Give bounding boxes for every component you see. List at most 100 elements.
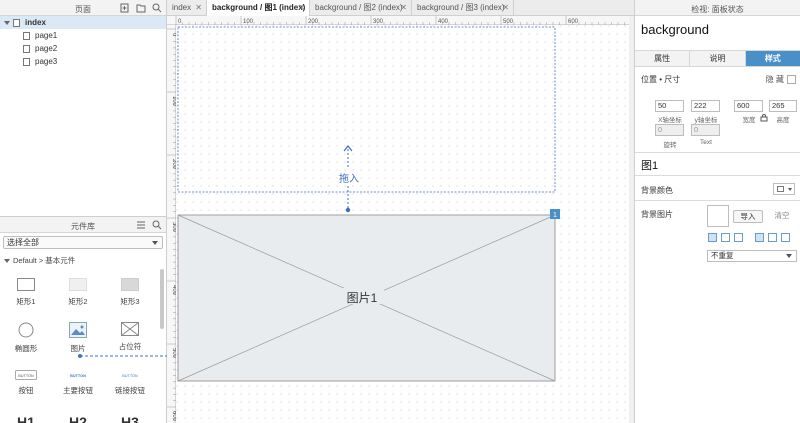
- bg-color-swatch[interactable]: [773, 183, 795, 195]
- position-size-label: 位置 • 尺寸: [641, 75, 681, 84]
- bg-image-preview[interactable]: [707, 205, 729, 227]
- library-item-primary-button[interactable]: BUTTON 主要按钮: [52, 370, 104, 396]
- library-item-image[interactable]: 图片: [52, 322, 104, 354]
- library-item-button[interactable]: BUTTON 按钮: [0, 370, 52, 396]
- x-field[interactable]: 50: [655, 100, 684, 112]
- y-caption: y轴坐标: [694, 117, 718, 124]
- y-field[interactable]: 222: [691, 100, 720, 112]
- library-item-link-button[interactable]: BUTTON 链接按钮: [104, 370, 156, 396]
- align-right-icon[interactable]: [734, 233, 743, 242]
- align-top-icon[interactable]: [755, 233, 764, 242]
- position-size-header: 位置 • 尺寸 隐 藏: [635, 72, 800, 88]
- library-group-header[interactable]: Default > 基本元件: [0, 255, 166, 267]
- chevron-down-icon[interactable]: [4, 20, 10, 25]
- page-icon: [23, 44, 30, 53]
- design-canvas[interactable]: 拖入 图片1 1: [176, 25, 634, 423]
- library-item-rect2[interactable]: 矩形2: [52, 278, 104, 307]
- text-rotate-field[interactable]: 0: [691, 124, 720, 136]
- ellipse-icon: [18, 322, 34, 338]
- inspector-title: 检视: 面板状态: [691, 5, 744, 14]
- rectangle-filled-icon: [69, 278, 87, 291]
- library-select[interactable]: 选择全部: [3, 236, 163, 249]
- x-caption: X轴坐标: [658, 117, 682, 124]
- drag-in-label: 拖入: [339, 172, 359, 185]
- align-left-icon[interactable]: [708, 233, 717, 242]
- close-icon[interactable]: ✕: [195, 0, 202, 16]
- chevron-down-icon: [4, 259, 10, 264]
- add-page-icon[interactable]: [120, 3, 130, 13]
- tab-label: background / 图2 (index): [315, 3, 403, 12]
- tree-item-page2[interactable]: page2: [0, 42, 166, 55]
- chevron-down-icon: [152, 241, 158, 245]
- library-item-rect1[interactable]: 矩形1: [0, 278, 52, 307]
- tree-item-index[interactable]: index: [0, 16, 166, 29]
- hide-checkbox[interactable]: [787, 75, 796, 84]
- button-icon: BUTTON: [15, 370, 37, 380]
- library-item-h2[interactable]: H2: [52, 414, 104, 423]
- text-rotate-caption: Text: [700, 139, 712, 146]
- tab-background-2[interactable]: background / 图2 (index) ✕: [310, 0, 412, 16]
- align-bottom-icon[interactable]: [781, 233, 790, 242]
- repeat-select[interactable]: 不重复: [707, 250, 797, 262]
- hide-label: 隐 藏: [765, 75, 784, 84]
- tree-item-page3[interactable]: page3: [0, 55, 166, 68]
- tab-index[interactable]: index ✕: [167, 0, 207, 16]
- rotate-caption: 旋转: [663, 142, 677, 149]
- bg-image-label: 背景图片: [641, 210, 673, 219]
- chevron-down-icon: [786, 254, 792, 258]
- clear-button[interactable]: 清空: [768, 210, 796, 223]
- library-item-label: 椭圆形: [14, 344, 38, 353]
- inspector-tabs: 属性 说明 样式: [635, 50, 800, 67]
- close-icon[interactable]: ✕: [298, 0, 305, 16]
- tab-background-3[interactable]: background / 图3 (index) ✕: [412, 0, 514, 16]
- style-section: 位置 • 尺寸 隐 藏 50 X轴坐标 222 y轴坐标 600 宽度 265 …: [635, 72, 800, 423]
- divider: [635, 175, 800, 176]
- search-icon[interactable]: [152, 220, 162, 230]
- tree-item-label: page3: [35, 57, 58, 66]
- library-group-label: Default > 基本元件: [13, 256, 76, 265]
- library-item-label: 矩形2: [68, 297, 88, 306]
- tree-item-label: index: [25, 18, 46, 27]
- close-icon[interactable]: ✕: [502, 0, 509, 16]
- library-select-value: 选择全部: [7, 238, 39, 247]
- tab-label: background / 图1 (index): [212, 3, 306, 12]
- primary-button-icon-text: BUTTON: [70, 374, 86, 378]
- rotate-field[interactable]: 0: [655, 124, 684, 136]
- image-icon: [69, 322, 87, 338]
- library-scrollbar[interactable]: [160, 269, 164, 329]
- lock-ratio-icon[interactable]: [760, 114, 768, 122]
- library-item-h3[interactable]: H3: [104, 414, 156, 423]
- tree-item-label: page2: [35, 44, 58, 53]
- close-icon[interactable]: ✕: [400, 0, 407, 16]
- tab-style[interactable]: 样式: [745, 51, 800, 66]
- page-icon: [13, 18, 20, 27]
- page-icon: [23, 57, 30, 66]
- editor-area: index ✕ background / 图1 (index) ✕ backgrou…: [167, 0, 644, 423]
- inspector-object-name[interactable]: background: [635, 16, 800, 42]
- tree-item-page1[interactable]: page1: [0, 29, 166, 42]
- link-button-icon: BUTTON: [122, 374, 138, 378]
- divider: [635, 200, 800, 201]
- width-field[interactable]: 600: [734, 100, 763, 112]
- align-center-icon[interactable]: [721, 233, 730, 242]
- heading3-icon: H3: [121, 414, 139, 423]
- repeat-select-value: 不重复: [711, 251, 734, 260]
- library-item-ellipse[interactable]: 椭圆形: [0, 322, 52, 354]
- divider: [635, 152, 800, 153]
- inspector-header: 检视: 面板状态: [635, 0, 800, 16]
- search-icon[interactable]: [152, 3, 162, 13]
- drag-end-dot: [345, 207, 351, 213]
- placeholder-icon: [121, 322, 139, 336]
- add-folder-icon[interactable]: [136, 3, 146, 13]
- tab-notes[interactable]: 说明: [690, 51, 746, 66]
- library-item-h1[interactable]: H1: [0, 414, 52, 423]
- library-item-placeholder[interactable]: 占位符: [104, 322, 156, 352]
- height-caption: 高度: [776, 117, 790, 124]
- tab-properties[interactable]: 属性: [635, 51, 691, 66]
- align-middle-icon[interactable]: [768, 233, 777, 242]
- tab-background-1[interactable]: background / 图1 (index) ✕: [207, 0, 310, 16]
- library-item-rect3[interactable]: 矩形3: [104, 278, 156, 307]
- import-button[interactable]: 导入: [733, 210, 763, 223]
- menu-icon[interactable]: [136, 220, 146, 230]
- height-field[interactable]: 265: [769, 100, 797, 112]
